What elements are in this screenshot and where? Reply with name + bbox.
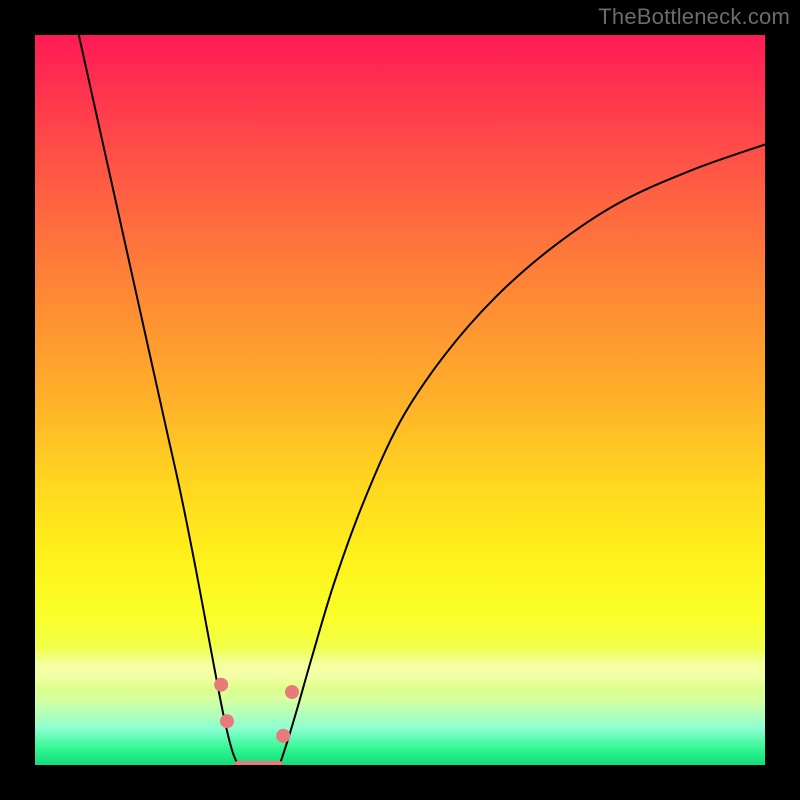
highlight-band	[35, 647, 765, 689]
dot-right-lower	[276, 729, 290, 743]
chart-frame: TheBottleneck.com	[0, 0, 800, 800]
dot-left-lower	[220, 714, 234, 728]
marker-dots	[214, 678, 299, 743]
right-branch-curve	[280, 145, 765, 766]
plot-area	[35, 35, 765, 765]
left-branch-curve	[79, 35, 238, 765]
curve-layer	[35, 35, 765, 765]
dot-left-upper	[214, 678, 228, 692]
dot-right-upper	[285, 685, 299, 699]
watermark-text: TheBottleneck.com	[598, 4, 790, 30]
